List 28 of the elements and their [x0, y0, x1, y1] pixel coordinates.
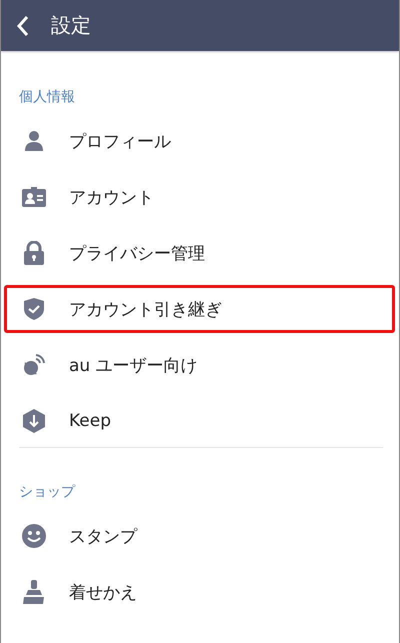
lock-icon	[24, 241, 44, 265]
hexagon-arrow-icon	[23, 409, 45, 433]
item-label: 着せかえ	[69, 582, 137, 604]
item-label: アカウント引き継ぎ	[69, 298, 222, 320]
settings-item[interactable]: プロフィール	[1, 113, 399, 169]
shield-check-icon	[24, 298, 44, 320]
section-heading: ショップ	[19, 483, 75, 501]
smiley-icon	[22, 524, 46, 548]
person-icon	[23, 130, 45, 152]
section-heading: 個人情報	[19, 88, 75, 106]
back-chevron-icon	[16, 14, 30, 36]
settings-item[interactable]: au ユーザー向け	[1, 337, 399, 393]
settings-item[interactable]: アカウント引き継ぎ	[1, 281, 399, 337]
item-label: プロフィール	[69, 130, 171, 152]
settings-item[interactable]: プライバシー管理	[1, 225, 399, 281]
item-label: au ユーザー向け	[69, 354, 198, 376]
screen-title: 設定	[51, 12, 91, 39]
item-label: アカウント	[69, 186, 154, 208]
item-label: プライバシー管理	[69, 242, 205, 264]
item-label: スタンプ	[69, 526, 137, 548]
brush-icon	[23, 580, 45, 604]
id-card-icon	[22, 187, 46, 207]
settings-item[interactable]: Keep	[1, 393, 399, 449]
item-label: Keep	[69, 411, 112, 431]
settings-item[interactable]: スタンプ	[1, 508, 399, 564]
settings-item[interactable]: アカウント	[1, 169, 399, 225]
satellite-dish-icon	[23, 354, 45, 376]
settings-item[interactable]: 着せかえ	[1, 564, 399, 620]
